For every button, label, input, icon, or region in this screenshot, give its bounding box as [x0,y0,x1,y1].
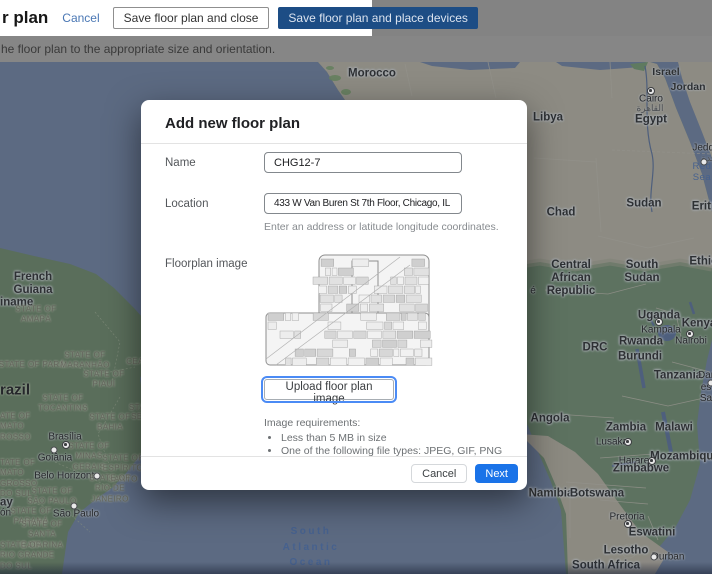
capital-marker-icon [624,438,632,446]
dialog-footer: Cancel Next [141,456,527,490]
cancel-link[interactable]: Cancel [62,11,99,25]
floorplan-preview-image [264,253,433,367]
floorplan-thumbnail [264,253,433,367]
capital-marker-icon [648,457,656,465]
capital-marker-icon [624,520,632,528]
name-input[interactable] [264,152,462,173]
save-place-devices-button[interactable]: Save floor plan and place devices [278,7,477,29]
city-marker-icon [71,503,78,510]
city-marker-icon [651,554,658,561]
location-input[interactable] [264,193,462,214]
requirement-item: Less than 5 MB in size [281,432,502,444]
city-marker-icon [94,473,101,480]
dialog-cancel-button[interactable]: Cancel [411,464,467,483]
name-label: Name [165,152,264,173]
floorplan-image-label: Floorplan image [165,253,264,458]
city-marker-icon [701,159,708,166]
capital-marker-icon [655,318,663,326]
capital-marker-icon [647,87,655,95]
instruction-bar: he floor plan to the appropriate size an… [0,36,712,62]
capital-marker-icon [62,441,70,449]
capital-marker-icon [686,330,694,338]
screen: MoroccoLibyaEgyptIsraelJordanCairoالقاهر… [0,0,712,574]
location-label: Location [165,193,264,233]
add-floor-plan-dialog: Add new floor plan Name Location Enter a… [141,100,527,490]
save-close-button[interactable]: Save floor plan and close [113,7,270,29]
upload-floor-plan-button[interactable]: Upload floor plan image [264,379,394,400]
image-requirements-list: Less than 5 MB in sizeOne of the followi… [264,432,502,457]
city-marker-icon [708,380,712,387]
image-requirements-title: Image requirements: [264,417,502,429]
city-marker-icon [51,447,58,454]
image-requirements: Image requirements: Less than 5 MB in si… [264,417,502,457]
toolbar-content: r plan Cancel Save floor plan and close … [0,0,372,36]
location-helper-text: Enter an address or latitude longitude c… [264,221,499,233]
dialog-next-button[interactable]: Next [475,464,518,483]
dialog-title: Add new floor plan [141,100,527,144]
top-toolbar: r plan Cancel Save floor plan and close … [0,0,712,36]
instruction-text: he floor plan to the appropriate size an… [1,42,275,56]
page-title: r plan [2,8,48,28]
